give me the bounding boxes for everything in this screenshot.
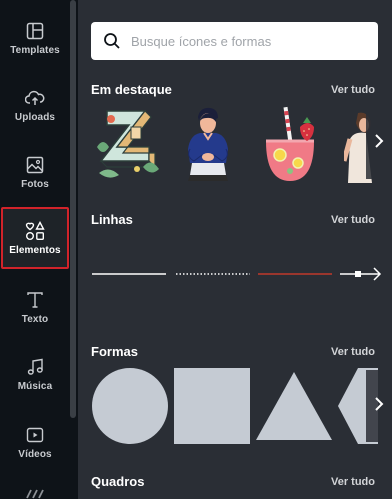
featured-strip bbox=[88, 103, 392, 185]
sidebar-item-videos[interactable]: Vídeos bbox=[0, 410, 70, 474]
sidebar-item-label: Uploads bbox=[14, 111, 56, 123]
see-all-lines-link[interactable]: Ver tudo bbox=[331, 214, 375, 226]
featured-drink-illustration[interactable] bbox=[258, 105, 324, 183]
video-icon bbox=[25, 425, 45, 445]
chevron-right-icon bbox=[374, 133, 384, 154]
chevron-right-icon bbox=[374, 396, 384, 417]
elements-panel: Em destaque Ver tudo bbox=[78, 0, 392, 499]
sidebar-item-label: Música bbox=[17, 380, 53, 392]
search-input[interactable] bbox=[131, 33, 351, 49]
sidebar-item-templates[interactable]: Templates bbox=[0, 6, 70, 70]
sidebar-item-texto[interactable]: Texto bbox=[0, 275, 70, 339]
see-all-featured-link[interactable]: Ver tudo bbox=[331, 84, 375, 96]
cloud-upload-icon bbox=[25, 88, 45, 108]
sidebar-item-label: Texto bbox=[21, 313, 49, 325]
sidebar-item-label: Elementos bbox=[9, 244, 61, 256]
templates-icon bbox=[25, 21, 45, 41]
sidebar-item-fotos[interactable]: Fotos bbox=[0, 140, 70, 204]
search-icon bbox=[103, 32, 121, 50]
triangle-shape-item[interactable] bbox=[256, 372, 332, 440]
see-all-shapes-link[interactable]: Ver tudo bbox=[331, 346, 375, 358]
shapes-next-button[interactable] bbox=[366, 370, 392, 442]
shapes-strip bbox=[88, 366, 392, 444]
featured-man-illustration[interactable] bbox=[180, 105, 234, 183]
sidebar-item-uploads[interactable]: Uploads bbox=[0, 73, 70, 137]
solid-line-item[interactable] bbox=[92, 264, 166, 284]
featured-letter-z-illustration[interactable] bbox=[93, 107, 161, 183]
music-note-icon bbox=[25, 357, 45, 377]
more-apps-icon[interactable] bbox=[25, 486, 45, 499]
red-line-item[interactable] bbox=[258, 264, 332, 284]
sidebar-item-label: Fotos bbox=[21, 178, 49, 190]
sidebar: Templates Uploads Fotos Elementos Texto … bbox=[0, 0, 70, 499]
sidebar-item-musica[interactable]: Música bbox=[0, 342, 70, 406]
square-shape-item[interactable] bbox=[174, 368, 250, 444]
circle-shape-item[interactable] bbox=[92, 368, 168, 444]
sidebar-item-label: Vídeos bbox=[18, 448, 52, 460]
sidebar-item-elementos[interactable]: Elementos bbox=[1, 207, 69, 269]
section-title-lines: Linhas bbox=[91, 212, 133, 227]
search-bar[interactable] bbox=[91, 22, 378, 60]
featured-next-button[interactable] bbox=[366, 107, 392, 179]
lines-strip bbox=[88, 250, 392, 300]
shapes-icon bbox=[25, 220, 45, 241]
arrow-line-item[interactable] bbox=[340, 264, 390, 284]
section-title-shapes: Formas bbox=[91, 344, 138, 359]
photo-icon bbox=[25, 155, 45, 175]
text-icon bbox=[25, 290, 45, 310]
dotted-line-item[interactable] bbox=[176, 264, 250, 284]
sidebar-item-label: Templates bbox=[10, 44, 60, 56]
section-title-featured: Em destaque bbox=[91, 82, 172, 97]
section-title-frames: Quadros bbox=[91, 474, 145, 489]
see-all-frames-link[interactable]: Ver tudo bbox=[331, 476, 375, 488]
sidebar-scrollbar[interactable] bbox=[70, 0, 76, 418]
